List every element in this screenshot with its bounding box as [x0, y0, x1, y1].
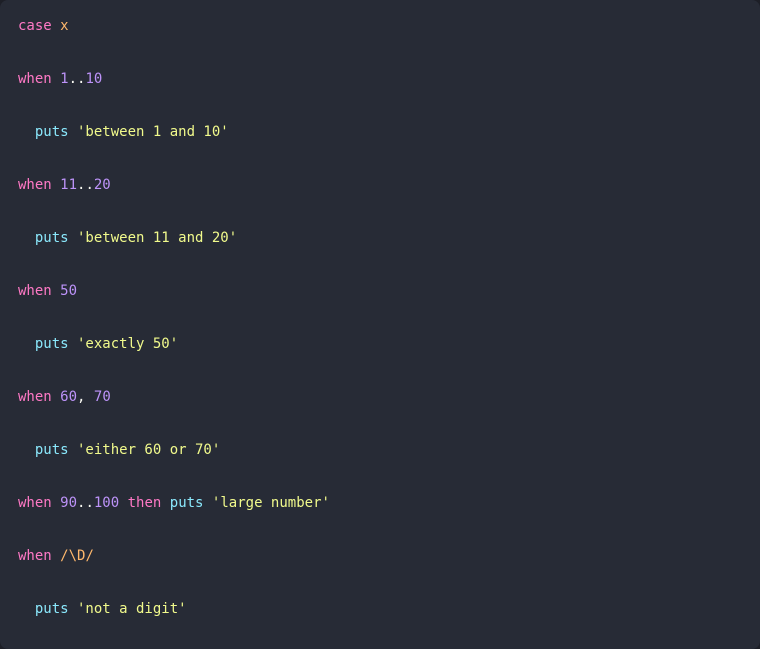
keyword-when: when: [18, 548, 52, 564]
string-literal: 'either 60 or 70': [77, 442, 220, 458]
code-line: when 90..100 then puts 'large number': [18, 493, 742, 514]
number: 50: [60, 283, 77, 299]
regex-literal: /\D/: [60, 548, 94, 564]
comma: ,: [77, 389, 85, 405]
code-line: when 60, 70: [18, 387, 742, 408]
code-line: puts 'between 1 and 10': [18, 122, 742, 143]
code-line: puts 'either 60 or 70': [18, 440, 742, 461]
code-line: when 11..20: [18, 175, 742, 196]
code-line: when /\D/: [18, 546, 742, 567]
keyword-when: when: [18, 177, 52, 193]
keyword-then: then: [128, 495, 162, 511]
number: 100: [94, 495, 119, 511]
range-dots: ..: [77, 177, 94, 193]
method-puts: puts: [35, 230, 69, 246]
number: 1: [60, 71, 68, 87]
code-line: puts 'exactly 50': [18, 334, 742, 355]
code-panel: case x when 1..10 puts 'between 1 and 10…: [0, 0, 760, 649]
method-puts: puts: [35, 601, 69, 617]
method-puts: puts: [35, 124, 69, 140]
keyword-when: when: [18, 283, 52, 299]
keyword-when: when: [18, 495, 52, 511]
number: 60: [60, 389, 77, 405]
code-line: when 50: [18, 281, 742, 302]
string-literal: 'between 11 and 20': [77, 230, 237, 246]
method-puts: puts: [35, 442, 69, 458]
string-literal: 'not a digit': [77, 601, 187, 617]
identifier-x: x: [60, 18, 68, 34]
keyword-case: case: [18, 18, 52, 34]
keyword-when: when: [18, 389, 52, 405]
code-line: puts 'between 11 and 20': [18, 228, 742, 249]
method-puts: puts: [35, 336, 69, 352]
string-literal: 'exactly 50': [77, 336, 178, 352]
range-dots: ..: [77, 495, 94, 511]
number: 90: [60, 495, 77, 511]
range-dots: ..: [69, 71, 86, 87]
code-line: puts 'not a digit': [18, 599, 742, 620]
code-block: case x when 1..10 puts 'between 1 and 10…: [18, 16, 742, 649]
string-literal: 'between 1 and 10': [77, 124, 229, 140]
number: 10: [85, 71, 102, 87]
number: 70: [94, 389, 111, 405]
keyword-when: when: [18, 71, 52, 87]
code-line: when 1..10: [18, 69, 742, 90]
string-literal: 'large number': [212, 495, 330, 511]
code-line: case x: [18, 16, 742, 37]
method-puts: puts: [170, 495, 204, 511]
number: 20: [94, 177, 111, 193]
number: 11: [60, 177, 77, 193]
